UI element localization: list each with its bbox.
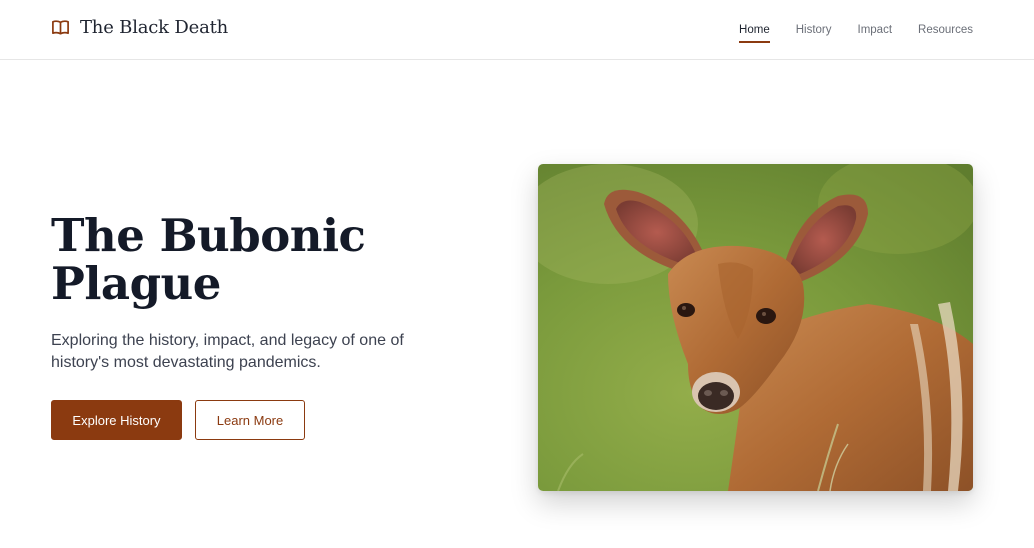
hero-image xyxy=(538,164,973,491)
main-nav: Home History Impact Resources xyxy=(739,0,973,60)
hero-title-line-2: Plague xyxy=(51,257,221,310)
nav-link-history[interactable]: History xyxy=(796,18,832,42)
hero-title: The Bubonic Plague xyxy=(51,212,471,308)
explore-history-button[interactable]: Explore History xyxy=(51,400,182,440)
top-navigation-bar: The Black Death Home History Impact Reso… xyxy=(0,0,1034,60)
learn-more-button[interactable]: Learn More xyxy=(195,400,305,440)
brand[interactable]: The Black Death xyxy=(51,14,228,40)
nav-link-home[interactable]: Home xyxy=(739,18,770,43)
site-title: The Black Death xyxy=(80,16,229,38)
nav-link-impact[interactable]: Impact xyxy=(858,18,893,42)
hero-title-line-1: The Bubonic xyxy=(51,209,366,262)
nav-link-resources[interactable]: Resources xyxy=(918,18,973,42)
deer-fawn-illustration xyxy=(538,164,973,491)
book-icon xyxy=(52,19,69,35)
hero-subtitle: Exploring the history, impact, and legac… xyxy=(51,332,404,371)
